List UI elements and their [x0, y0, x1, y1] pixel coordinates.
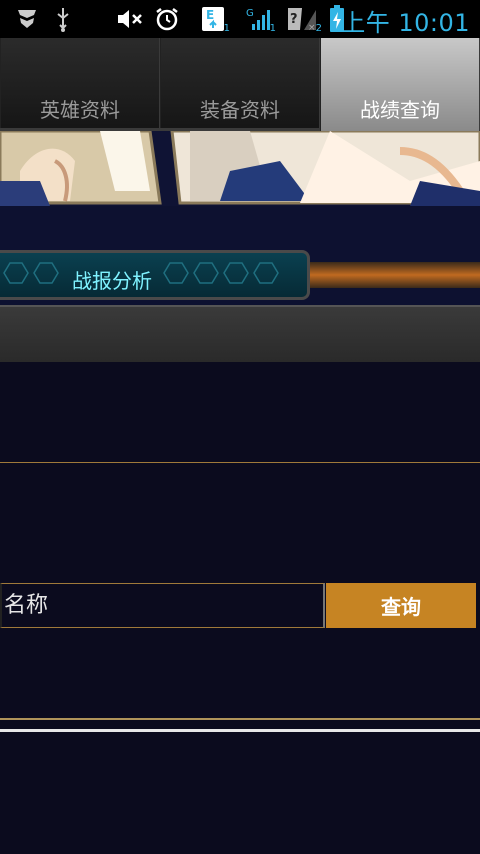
no-sim-sub-label: 2 — [315, 23, 322, 34]
tab-equipment-info[interactable]: 装备资料 — [160, 38, 320, 131]
divider — [0, 729, 480, 732]
svg-text:G: G — [246, 8, 254, 19]
name-input[interactable] — [0, 583, 325, 628]
analysis-header: 战报分析 — [0, 250, 310, 300]
usb-icon — [52, 6, 74, 32]
divider — [0, 718, 480, 720]
signal-icon: G 1 — [242, 6, 276, 34]
status-bar: E 1 G 1 ? × 2 上午 10:01 — [0, 0, 480, 38]
svg-text:E: E — [206, 8, 214, 22]
shield-icon — [14, 6, 40, 32]
e-network-icon: E 1 — [196, 6, 230, 34]
query-button[interactable]: 查询 — [326, 583, 476, 628]
search-row: 查询 — [0, 583, 480, 628]
svg-text:×: × — [308, 23, 316, 32]
clock-time: 上午 10:01 — [341, 9, 470, 37]
tab-label: 装备资料 — [200, 98, 280, 122]
panel-divider — [0, 305, 480, 362]
alarm-icon — [154, 6, 180, 32]
svg-text:?: ? — [290, 12, 298, 27]
decorative-rail — [310, 262, 480, 288]
mute-icon — [116, 6, 144, 32]
divider — [0, 462, 480, 463]
signal-sub-label: 1 — [269, 23, 276, 34]
hero-banner-image — [0, 131, 480, 206]
tab-hero-info[interactable]: 英雄资料 — [0, 38, 160, 131]
no-sim-icon: ? × 2 — [282, 6, 322, 34]
tab-record-query[interactable]: 战绩查询 — [320, 38, 480, 131]
data-sub-label: 1 — [223, 23, 230, 34]
analysis-title: 战报分析 — [72, 269, 152, 293]
tab-label: 战绩查询 — [360, 98, 440, 122]
tab-bar: 英雄资料 装备资料 战绩查询 — [0, 38, 480, 131]
tab-label: 英雄资料 — [40, 98, 120, 122]
